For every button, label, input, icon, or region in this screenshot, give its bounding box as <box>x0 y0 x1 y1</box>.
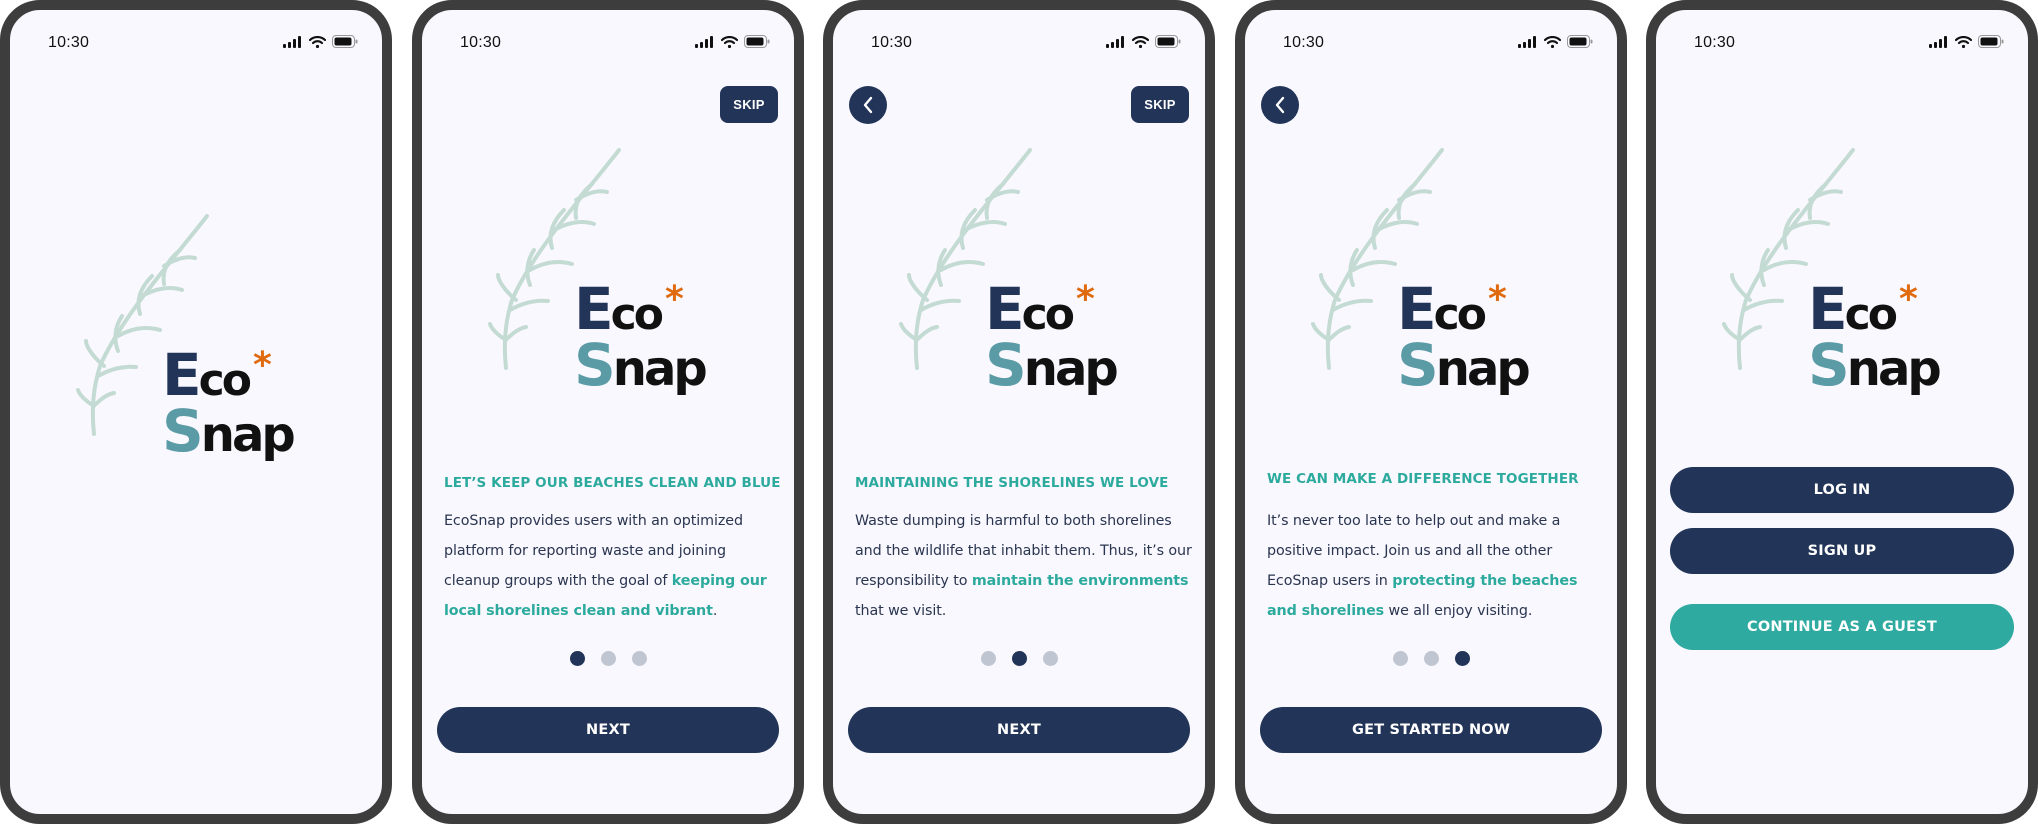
status-bar: 10:30 <box>1656 10 2028 58</box>
cellular-signal-icon <box>1518 35 1536 48</box>
ecosnap-logo: Eco * Snap <box>464 140 708 420</box>
phone-auth-choice: 10:30 Eco * Snap LOG IN SIGN UP CONTINUE … <box>1646 0 2038 824</box>
ecosnap-logo: Eco * Snap <box>875 140 1119 420</box>
wifi-icon <box>1544 35 1561 48</box>
cellular-signal-icon <box>695 35 713 48</box>
page-dot-1[interactable] <box>1392 651 1408 666</box>
page-dot-3[interactable] <box>1454 651 1470 666</box>
onboarding-heading: WE CAN MAKE A DIFFERENCE TOGETHER <box>1267 471 1579 487</box>
page-dot-3[interactable] <box>1042 651 1058 666</box>
chevron-left-icon <box>863 96 873 114</box>
status-bar: 10:30 <box>422 10 794 58</box>
battery-icon <box>1978 35 2004 48</box>
page-indicator <box>833 651 1205 666</box>
onboarding-body: It’s never too late to help out and make… <box>1267 513 1578 619</box>
battery-icon <box>1567 35 1593 48</box>
next-button[interactable]: NEXT <box>437 707 779 753</box>
signup-button[interactable]: SIGN UP <box>1670 528 2014 574</box>
login-button[interactable]: LOG IN <box>1670 467 2014 513</box>
phone-onboarding-1: 10:30 SKIP Eco * Snap LET’S KEEP OUR BEAC… <box>412 0 804 824</box>
page-indicator <box>422 651 794 666</box>
battery-icon <box>332 35 358 48</box>
status-time: 10:30 <box>48 34 90 51</box>
cellular-signal-icon <box>283 35 301 48</box>
status-time: 10:30 <box>1283 34 1325 51</box>
wifi-icon <box>1955 35 1972 48</box>
page-dot-2[interactable] <box>600 651 616 666</box>
phone-onboarding-3: 10:30 Eco * Snap WE CAN MAKE A DIFFERENCE… <box>1235 0 1627 824</box>
cellular-signal-icon <box>1106 35 1124 48</box>
page-dot-2[interactable] <box>1423 651 1439 666</box>
status-time: 10:30 <box>460 34 502 51</box>
wifi-icon <box>309 35 326 48</box>
battery-icon <box>744 35 770 48</box>
get-started-button[interactable]: GET STARTED NOW <box>1260 707 1602 753</box>
page-dot-3[interactable] <box>631 651 647 666</box>
page-dot-1[interactable] <box>569 651 585 666</box>
wifi-icon <box>721 35 738 48</box>
status-time: 10:30 <box>871 34 913 51</box>
back-button[interactable] <box>1261 86 1299 124</box>
skip-button[interactable]: SKIP <box>720 86 778 123</box>
chevron-left-icon <box>1275 96 1285 114</box>
status-time: 10:30 <box>1694 34 1736 51</box>
onboarding-heading: LET’S KEEP OUR BEACHES CLEAN AND BLUE <box>444 475 781 491</box>
ecosnap-logo: Eco * Snap <box>1698 140 1942 420</box>
ecosnap-logo: Eco * Snap <box>1287 140 1531 420</box>
phone-onboarding-2: 10:30 SKIP Eco * Snap MAINTAINING THE SHO… <box>823 0 1215 824</box>
back-button[interactable] <box>849 86 887 124</box>
phone-splash: 10:30 Eco * Snap <box>0 0 392 824</box>
wifi-icon <box>1132 35 1149 48</box>
page-indicator <box>1245 651 1617 666</box>
status-bar: 10:30 <box>10 10 382 58</box>
status-bar: 10:30 <box>1245 10 1617 58</box>
onboarding-heading: MAINTAINING THE SHORELINES WE LOVE <box>855 475 1169 491</box>
page-dot-2[interactable] <box>1011 651 1027 666</box>
next-button[interactable]: NEXT <box>848 707 1190 753</box>
ecosnap-logo: Eco * Snap <box>52 206 296 486</box>
onboarding-body: Waste dumping is harmful to both shoreli… <box>855 513 1192 619</box>
cellular-signal-icon <box>1929 35 1947 48</box>
continue-as-guest-button[interactable]: CONTINUE AS A GUEST <box>1670 604 2014 650</box>
status-bar: 10:30 <box>833 10 1205 58</box>
skip-button[interactable]: SKIP <box>1131 86 1189 123</box>
onboarding-body: EcoSnap provides users with an optimized… <box>444 513 767 619</box>
battery-icon <box>1155 35 1181 48</box>
page-dot-1[interactable] <box>980 651 996 666</box>
